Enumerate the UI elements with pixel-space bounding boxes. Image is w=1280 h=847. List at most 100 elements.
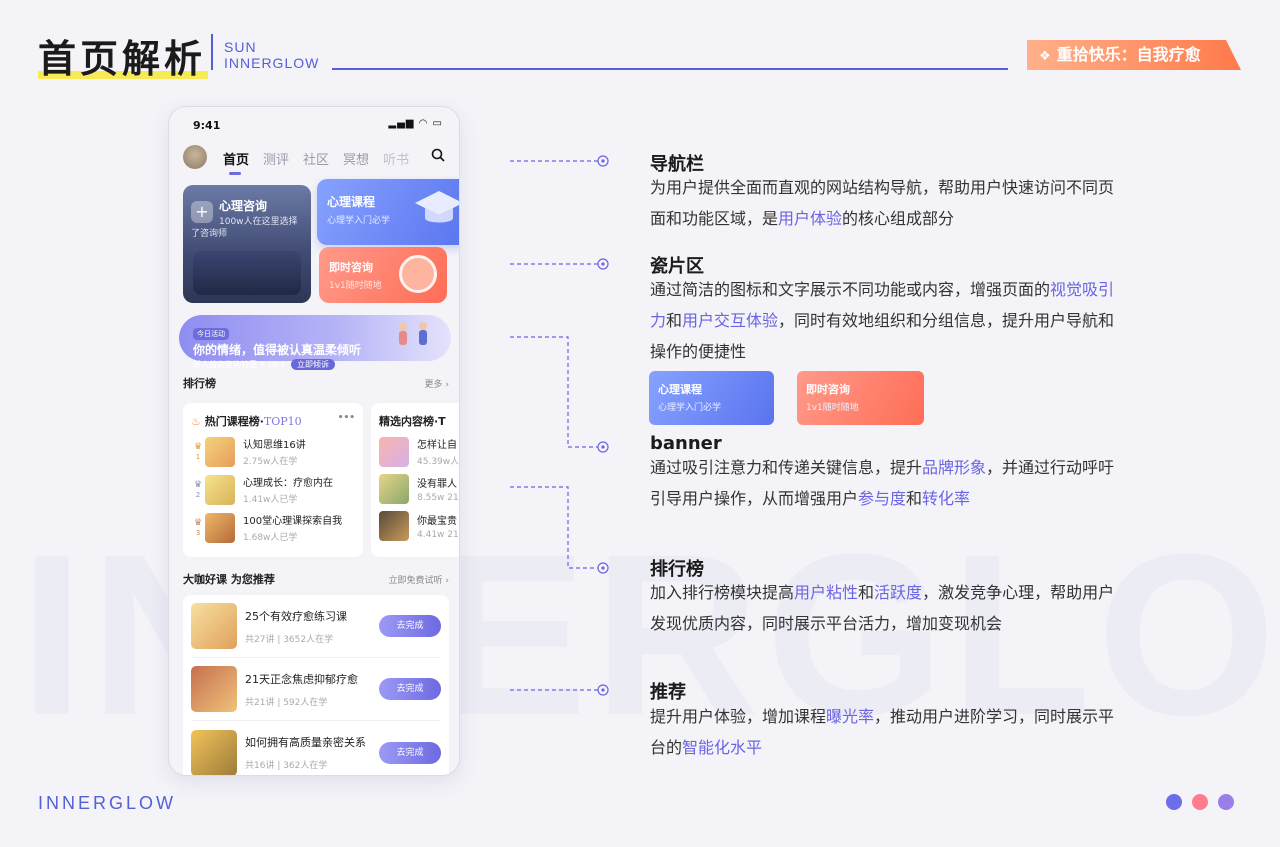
free-trial-label: 立即免费试听 (388, 576, 443, 586)
hot-courses-title: 热门课程榜· (204, 415, 264, 428)
night-scene-illustration (193, 251, 301, 295)
hot-courses-card: ♨ 热门课程榜·TOP10 ••• ♛ 1 认知思维16讲 2.75w人在学 ♛ 2 … (183, 403, 363, 557)
rank-item-title: 怎样让自 (417, 440, 457, 451)
course-thumbnail (205, 512, 235, 543)
rank-more-link[interactable]: 更多 › (425, 377, 450, 390)
tab-test[interactable]: 测评 (263, 149, 289, 168)
header-rule (332, 68, 1008, 70)
phone-mockup: 9:41 ▂▄▆ ◠ ▭ 首页 测评 社区 冥想 听书 + 心理咨询 100w人… (168, 106, 460, 776)
hot-courses-header: ♨ 热门课程榜·TOP10 ••• (191, 413, 355, 429)
annotation-rank-body: 加入排行榜模块提高用户粘性和活跃度，激发竞争心理，帮助用户发现优质内容，同时展示… (650, 583, 1115, 633)
recommend-list: 25个有效疗愈练习课 共27讲 | 3652人在学 去完成 21天正念焦虑抑郁疗愈… (183, 595, 449, 775)
course-thumbnail (205, 436, 235, 467)
featured-title: 精选内容榜·T (379, 415, 446, 428)
subtitle-line-1: SUN (224, 39, 257, 55)
diamond-icon: ❖ (1039, 49, 1051, 64)
people-talking-illustration (399, 322, 427, 345)
footer-brand: INNERGLOW (38, 793, 177, 813)
tile-course[interactable]: 心理课程 心理学入门必学 (317, 179, 459, 245)
rank-item[interactable]: 没有罪人 8.55w 21 (379, 474, 459, 504)
rank-item[interactable]: 你最宝贵 4.41w 21 (379, 511, 459, 541)
course-title: 25个有效疗愈练习课 (245, 609, 347, 623)
free-trial-link[interactable]: 立即免费试听 › (389, 573, 450, 586)
rank-item-title: 你最宝贵 (417, 516, 457, 527)
alarm-clock-icon (399, 255, 437, 293)
banner-cta-button[interactable]: 立即倾诉 (291, 359, 335, 370)
course-thumbnail (191, 729, 237, 775)
rank-item-sub: 1.68w人已学 (243, 533, 298, 543)
avatar[interactable] (183, 145, 207, 169)
chevron-right-icon: › (445, 380, 449, 390)
rank-more-label: 更多 (424, 380, 443, 390)
tab-audiobook[interactable]: 听书 (383, 149, 409, 168)
rank-item[interactable]: ♛ 3 100堂心理课探索自我 1.68w人已学 (191, 512, 355, 543)
theme-badge-label: 重拾快乐：自我疗愈 (1056, 45, 1201, 64)
sample-tile-course: 心理课程 心理学入门必学 (649, 371, 774, 425)
annotation-banner-body: 通过吸引注意力和传递关键信息，提升品牌形象，并通过行动呼吁引导用户操作，从而增强… (650, 458, 1115, 508)
tab-meditation[interactable]: 冥想 (343, 149, 369, 168)
annotation-recommend-body: 提升用户体验，增加课程曝光率，推动用户进阶学习，同时展示平台的智能化水平 (650, 707, 1115, 757)
rank-item-title: 心理成长：疗愈内在 (243, 478, 333, 489)
rank-item-title: 没有罪人 (417, 479, 457, 490)
complete-button[interactable]: 去完成 (379, 615, 441, 637)
course-meta: 共27讲 | 3652人在学 (245, 634, 334, 645)
complete-button[interactable]: 去完成 (379, 678, 441, 700)
annotation-banner-title: banner (650, 433, 722, 454)
course-meta: 共16讲 | 362人在学 (245, 761, 328, 771)
course-thumbnail (191, 666, 237, 712)
annotation-tiles-body: 通过简洁的图标和文字展示不同功能或内容，增强页面的视觉吸引力和用户交互体验，同时… (650, 280, 1115, 361)
banner-sub: 新人首次咨询特惠 ¥ 19.9 立即倾诉 (193, 359, 437, 370)
more-dots-icon[interactable]: ••• (338, 413, 355, 423)
subtitle-line-2: INNERGLOW (224, 55, 320, 71)
course-title: 21天正念焦虑抑郁疗愈 (245, 672, 358, 686)
promo-banner[interactable]: 今日活动 你的情绪，值得被认真温柔倾听 新人首次咨询特惠 ¥ 19.9 立即倾诉 (179, 315, 451, 370)
page-title: 首页解析 (38, 28, 209, 83)
theme-badge: ❖ 重拾快乐：自我疗愈 (1027, 40, 1241, 70)
fire-icon: ♨ (191, 415, 201, 428)
sample-tile-instant: 即时咨询 1v1随时随地 (797, 371, 924, 425)
crown-silver-icon: ♛ 2 (193, 479, 203, 499)
list-item[interactable]: 25个有效疗愈练习课 共27讲 | 3652人在学 去完成 (191, 595, 441, 658)
tile-instant-consult[interactable]: 即时咨询 1v1随时随地 (319, 247, 447, 303)
content-thumbnail (379, 511, 409, 541)
complete-button[interactable]: 去完成 (379, 741, 441, 764)
page-subtitle: SUN INNERGLOW (224, 39, 319, 71)
top10-label: TOP10 (263, 415, 302, 428)
course-title: 如何拥有高质量亲密关系 (245, 736, 366, 749)
rank-item-sub: 1.41w人已学 (243, 495, 298, 505)
dot-1 (1166, 794, 1182, 810)
rank-item[interactable]: ♛ 1 认知思维16讲 2.75w人在学 (191, 436, 355, 467)
rank-item[interactable]: 怎样让自 45.39w人 (379, 436, 460, 467)
featured-content-card: 精选内容榜·T 怎样让自 45.39w人 没有罪人 8.55w 21 你最宝贵 4.4… (371, 403, 460, 557)
rank-item-sub: 2.75w人在学 (243, 457, 298, 467)
course-thumbnail (205, 474, 235, 505)
course-thumbnail (191, 603, 237, 649)
dot-3 (1218, 794, 1234, 810)
rank-item-sub: 8.55w 21 (417, 493, 459, 503)
list-item[interactable]: 如何拥有高质量亲密关系 共16讲 | 362人在学 去完成 (191, 721, 441, 775)
rank-item-sub: 45.39w人 (417, 457, 460, 467)
tab-community[interactable]: 社区 (303, 149, 329, 168)
rank-item-sub: 4.41w 21 (417, 530, 459, 540)
banner-tag: 今日活动 (193, 328, 229, 340)
status-icons: ▂▄▆ ◠ ▭ (388, 118, 443, 129)
course-meta: 共21讲 | 592人在学 (245, 697, 328, 708)
graduation-cap-icon (413, 187, 459, 238)
annotation-nav-body: 为用户提供全面而直观的网站结构导航，帮助用户快速访问不同页面和功能区域，是用户体… (650, 178, 1115, 228)
list-item[interactable]: 21天正念焦虑抑郁疗愈 共21讲 | 592人在学 去完成 (191, 658, 441, 721)
dot-2 (1192, 794, 1208, 810)
rank-item-title: 100堂心理课探索自我 (243, 516, 343, 527)
crown-gold-icon: ♛ 1 (193, 441, 203, 461)
search-icon[interactable] (431, 148, 445, 166)
crown-bronze-icon: ♛ 3 (193, 517, 203, 537)
content-thumbnail (379, 474, 409, 504)
chevron-right-icon: › (445, 576, 449, 586)
top-nav: 首页 测评 社区 冥想 听书 (223, 149, 409, 175)
annotation-connectors (510, 155, 609, 696)
tab-home[interactable]: 首页 (223, 149, 249, 175)
rank-item[interactable]: ♛ 2 心理成长：疗愈内在 1.41w人已学 (191, 474, 355, 505)
tile-consult[interactable]: + 心理咨询 100w人在这里选择了咨询师 (183, 185, 311, 303)
rank-item-title: 认知思维16讲 (243, 440, 306, 451)
banner-offer: 新人首次咨询特惠 ¥ 19.9 (193, 360, 285, 369)
pagination-dots (1166, 794, 1234, 810)
